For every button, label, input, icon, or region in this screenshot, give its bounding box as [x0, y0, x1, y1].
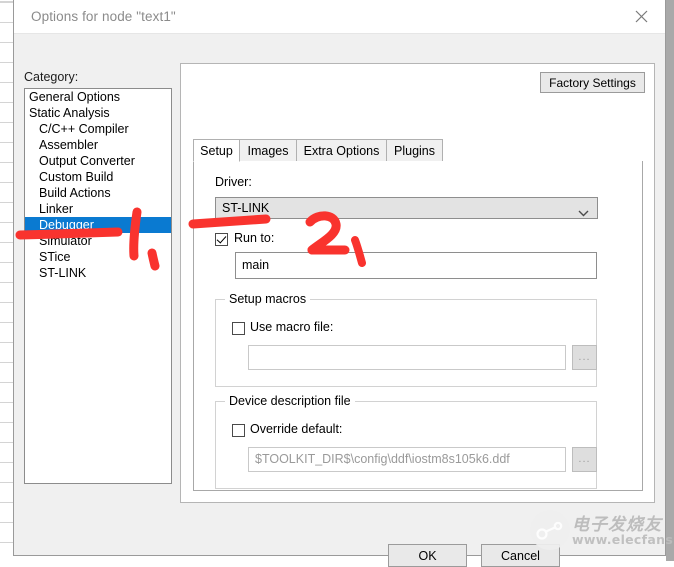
driver-selected-value: ST-LINK [222, 201, 270, 215]
tab-images[interactable]: Images [239, 139, 297, 162]
category-item-custom-build[interactable]: Custom Build [25, 169, 171, 185]
device-description-title: Device description file [225, 394, 355, 408]
close-icon[interactable] [619, 0, 663, 33]
tab-setup[interactable]: Setup [193, 139, 240, 162]
device-description-path-input[interactable]: $TOOLKIT_DIR$\config\ddf\iostm8s105k6.dd… [248, 447, 566, 472]
category-item-simulator[interactable]: Simulator [25, 233, 171, 249]
ok-button[interactable]: OK [388, 544, 467, 567]
run-to-input[interactable]: main [235, 252, 597, 279]
category-item-static-analysis[interactable]: Static Analysis [25, 105, 171, 121]
factory-settings-button[interactable]: Factory Settings [540, 72, 645, 93]
setup-macros-group: Setup macros [215, 292, 597, 387]
category-item-linker[interactable]: Linker [25, 201, 171, 217]
category-item-assembler[interactable]: Assembler [25, 137, 171, 153]
dialog-titlebar: Options for node "text1" [14, 0, 665, 34]
run-to-label: Run to: [234, 231, 275, 245]
settings-panel: Factory Settings Setup Images Extra Option… [180, 63, 655, 503]
device-description-group: Device description file [215, 394, 597, 489]
tab-extra-options[interactable]: Extra Options [296, 139, 387, 162]
driver-label: Driver: [215, 175, 252, 189]
category-item-c-c-compiler[interactable]: C/C++ Compiler [25, 121, 171, 137]
category-item-debugger[interactable]: Debugger [25, 217, 171, 233]
setup-macros-title: Setup macros [225, 292, 311, 306]
category-item-general-options[interactable]: General Options [25, 89, 171, 105]
run-to-checkbox[interactable] [215, 233, 228, 246]
macro-file-browse-button[interactable]: ... [572, 345, 597, 370]
chevron-down-icon [578, 204, 589, 222]
use-macro-file-label: Use macro file: [250, 320, 334, 334]
macro-file-input[interactable] [248, 345, 566, 370]
setup-tab-content: Driver: ST-LINK Run to: main Setup macro… [193, 161, 643, 491]
category-label: Category: [24, 70, 79, 84]
options-dialog: Options for node "text1" Category: Gener… [13, 0, 666, 556]
driver-select[interactable]: ST-LINK [215, 197, 598, 219]
category-item-stice[interactable]: STice [25, 249, 171, 265]
category-item-output-converter[interactable]: Output Converter [25, 153, 171, 169]
override-default-label: Override default: [250, 422, 343, 436]
use-macro-file-checkbox[interactable] [232, 322, 245, 335]
dialog-title: Options for node "text1" [31, 9, 176, 24]
category-item-build-actions[interactable]: Build Actions [25, 185, 171, 201]
cancel-button[interactable]: Cancel [481, 544, 560, 567]
category-item-st-link[interactable]: ST-LINK [25, 265, 171, 281]
category-list[interactable]: General Options Static Analysis C/C++ Comp… [24, 88, 172, 484]
tab-strip[interactable]: Setup Images Extra Options Plugins [193, 139, 643, 162]
override-default-checkbox[interactable] [232, 424, 245, 437]
background-right-edge [666, 0, 674, 561]
tab-plugins[interactable]: Plugins [386, 139, 443, 162]
device-description-browse-button[interactable]: ... [572, 447, 597, 472]
